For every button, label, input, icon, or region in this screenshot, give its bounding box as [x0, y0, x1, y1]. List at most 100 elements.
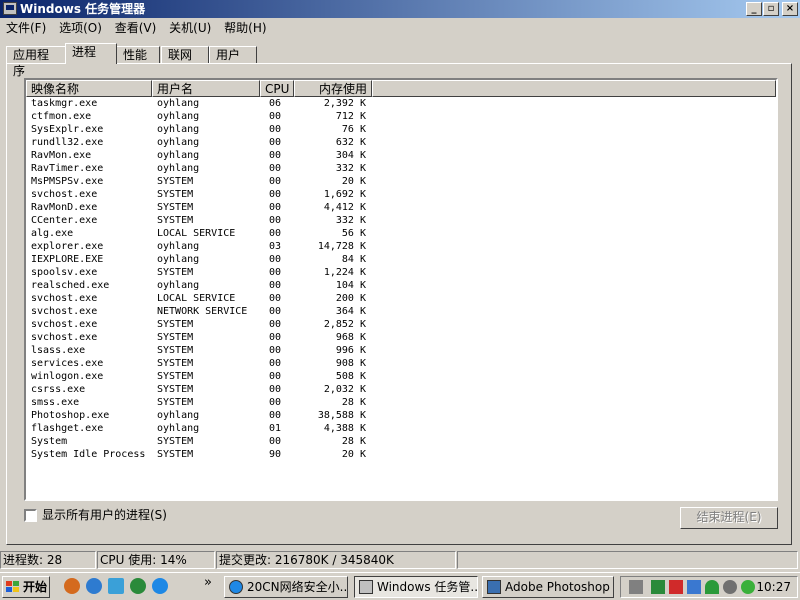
table-row[interactable]: RavTimer.exe oyhlang 00 332 K — [26, 162, 776, 175]
tray-umbrella-icon[interactable] — [705, 580, 719, 594]
menu-help[interactable]: 帮助(H) — [218, 18, 269, 38]
taskbar-button-task-manager[interactable]: Windows 任务管... — [354, 576, 478, 598]
qq-icon[interactable] — [64, 578, 80, 594]
table-row[interactable]: svchost.exe NETWORK SERVICE 00 364 K — [26, 305, 776, 318]
messenger-icon[interactable] — [86, 578, 102, 594]
menu-file[interactable]: 文件(F) — [0, 18, 49, 38]
tray-network-icon[interactable] — [687, 580, 701, 594]
process-user: oyhlang — [157, 150, 200, 161]
table-row[interactable]: svchost.exe SYSTEM 00 968 K — [26, 331, 776, 344]
process-name: RavMonD.exe — [31, 202, 98, 213]
process-name: CCenter.exe — [31, 215, 98, 226]
table-row[interactable]: System SYSTEM 00 28 K — [26, 435, 776, 448]
table-row[interactable]: realsched.exe oyhlang 00 104 K — [26, 279, 776, 292]
close-button[interactable]: × — [782, 2, 798, 16]
tray-printer-icon[interactable] — [629, 580, 643, 594]
table-row[interactable]: spoolsv.exe SYSTEM 00 1,224 K — [26, 266, 776, 279]
menu-options[interactable]: 选项(O) — [53, 18, 105, 38]
table-row[interactable]: lsass.exe SYSTEM 00 996 K — [26, 344, 776, 357]
windows-logo-icon — [6, 581, 20, 593]
tab-processes[interactable]: 进程 — [65, 43, 117, 64]
process-name: winlogon.exe — [31, 371, 104, 382]
table-row[interactable]: rundll32.exe oyhlang 00 632 K — [26, 136, 776, 149]
process-user: LOCAL SERVICE — [157, 228, 236, 239]
process-name: System — [31, 436, 68, 447]
taskbar-button-label: 20CN网络安全小... — [247, 580, 348, 594]
process-memory: 332 K — [335, 163, 366, 174]
table-row[interactable]: explorer.exe oyhlang 03 14,728 K — [26, 240, 776, 253]
system-tray: 10:27 — [620, 576, 798, 598]
table-row[interactable]: taskmgr.exe oyhlang 06 2,392 K — [26, 97, 776, 110]
tray-flashget-icon[interactable] — [669, 580, 683, 594]
table-row[interactable]: svchost.exe LOCAL SERVICE 00 200 K — [26, 292, 776, 305]
tab-applications[interactable]: 应用程序 — [6, 46, 66, 78]
taskbar: 开始 » 20CN网络安全小... Windows 任务管... Adobe P… — [0, 572, 800, 600]
column-header-image-name[interactable]: 映像名称 — [26, 80, 152, 97]
process-list[interactable]: 映像名称 用户名 CPU 内存使用 taskmgr.exe oyhlang 06 2,… — [24, 78, 778, 501]
taskbar-button-browser[interactable]: 20CN网络安全小... — [224, 576, 348, 598]
process-memory: 84 K — [341, 254, 366, 265]
table-row[interactable]: smss.exe SYSTEM 00 28 K — [26, 396, 776, 409]
table-row[interactable]: Photoshop.exe oyhlang 00 38,588 K — [26, 409, 776, 422]
minimize-button[interactable]: _ — [746, 2, 762, 16]
taskbar-button-label: Windows 任务管... — [377, 580, 478, 594]
process-cpu: 00 — [269, 306, 282, 317]
process-user: oyhlang — [157, 124, 200, 135]
table-row[interactable]: System Idle Process SYSTEM 90 20 K — [26, 448, 776, 461]
end-process-button[interactable]: 结束进程(E) — [680, 507, 778, 529]
show-all-users-checkbox[interactable] — [24, 509, 37, 522]
process-name: explorer.exe — [31, 241, 104, 252]
table-row[interactable]: svchost.exe SYSTEM 00 2,852 K — [26, 318, 776, 331]
column-header-user-name[interactable]: 用户名 — [152, 80, 260, 97]
column-header-memory[interactable]: 内存使用 — [294, 80, 372, 97]
process-memory: 968 K — [335, 332, 366, 343]
table-row[interactable]: IEXPLORE.EXE oyhlang 00 84 K — [26, 253, 776, 266]
maximize-button[interactable]: ▫ — [763, 2, 779, 16]
tab-networking[interactable]: 联网 — [161, 46, 209, 64]
process-user: SYSTEM — [157, 176, 194, 187]
start-button[interactable]: 开始 — [2, 576, 50, 598]
tab-users[interactable]: 用户 — [209, 46, 257, 64]
process-cpu: 00 — [269, 319, 282, 330]
process-name: RavMon.exe — [31, 150, 92, 161]
column-header-cpu[interactable]: CPU — [260, 80, 294, 97]
process-memory: 76 K — [341, 124, 366, 135]
process-rows: taskmgr.exe oyhlang 06 2,392 K ctfmon.exe oyh… — [26, 97, 776, 461]
process-name: smss.exe — [31, 397, 80, 408]
quicklaunch-chevron-icon[interactable]: » — [204, 575, 212, 590]
process-cpu: 06 — [269, 98, 282, 109]
show-all-users-label[interactable]: 显示所有用户的进程(S) — [42, 507, 167, 523]
menu-shutdown[interactable]: 关机(U) — [163, 18, 214, 38]
table-row[interactable]: SysExplr.exe oyhlang 00 76 K — [26, 123, 776, 136]
table-row[interactable]: alg.exe LOCAL SERVICE 00 56 K — [26, 227, 776, 240]
table-row[interactable]: CCenter.exe SYSTEM 00 332 K — [26, 214, 776, 227]
table-row[interactable]: svchost.exe SYSTEM 00 1,692 K — [26, 188, 776, 201]
table-row[interactable]: ctfmon.exe oyhlang 00 712 K — [26, 110, 776, 123]
table-row[interactable]: csrss.exe SYSTEM 00 2,032 K — [26, 383, 776, 396]
process-name: csrss.exe — [31, 384, 86, 395]
process-memory: 20 K — [341, 449, 366, 460]
table-row[interactable]: winlogon.exe SYSTEM 00 508 K — [26, 370, 776, 383]
table-row[interactable]: RavMon.exe oyhlang 00 304 K — [26, 149, 776, 162]
process-name: SysExplr.exe — [31, 124, 104, 135]
table-row[interactable]: MsPMSPSv.exe SYSTEM 00 20 K — [26, 175, 776, 188]
process-memory: 364 K — [335, 306, 366, 317]
table-row[interactable]: services.exe SYSTEM 00 908 K — [26, 357, 776, 370]
table-row[interactable]: RavMonD.exe SYSTEM 00 4,412 K — [26, 201, 776, 214]
taskbar-button-photoshop[interactable]: Adobe Photoshop — [482, 576, 614, 598]
process-user: SYSTEM — [157, 384, 194, 395]
menu-view[interactable]: 查看(V) — [109, 18, 160, 38]
tab-performance[interactable]: 性能 — [116, 46, 160, 64]
ie-quicklaunch-icon[interactable] — [152, 578, 168, 594]
status-commit-charge: 提交更改: 216780K / 345840K — [216, 551, 456, 569]
taskmgr-icon — [359, 580, 373, 594]
process-user: LOCAL SERVICE — [157, 293, 236, 304]
title-bar[interactable]: Windows 任务管理器 _ ▫ × — [0, 0, 800, 18]
tray-monitor-icon[interactable] — [651, 580, 665, 594]
table-row[interactable]: flashget.exe oyhlang 01 4,388 K — [26, 422, 776, 435]
tray-security-icon[interactable] — [741, 580, 755, 594]
media-icon[interactable] — [130, 578, 146, 594]
desktop-icon[interactable] — [108, 578, 124, 594]
tray-speaker-icon[interactable] — [723, 580, 737, 594]
process-memory: 996 K — [335, 345, 366, 356]
